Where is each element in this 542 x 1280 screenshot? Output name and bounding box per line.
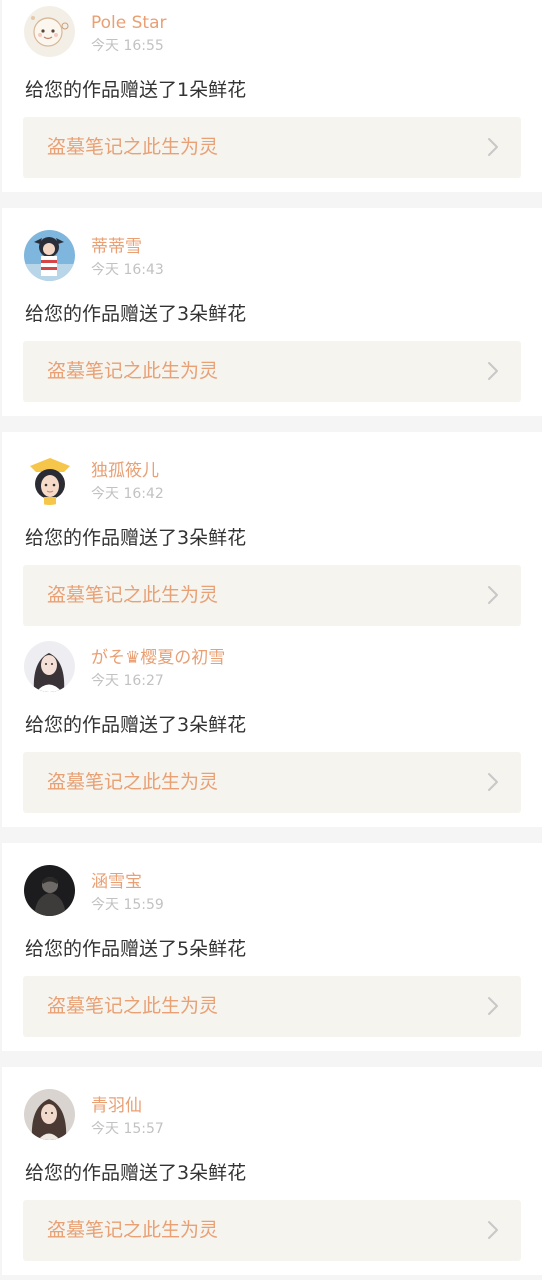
username[interactable]: 青羽仙 [91,1095,142,1117]
username[interactable]: がそ♛樱夏の初雪 [91,647,225,669]
notification-card: 蒂蒂雪 今天 16:43 给您的作品赠送了3朵鲜花 盗墓笔记之此生为灵 [2,208,542,416]
gift-message: 给您的作品赠送了1朵鲜花 [25,79,247,101]
work-link-button[interactable]: 盗墓笔记之此生为灵 [23,1200,521,1261]
work-title: 盗墓笔记之此生为灵 [47,1219,219,1241]
work-title: 盗墓笔记之此生为灵 [47,995,219,1017]
anime-figure-avatar-icon [24,230,75,281]
timestamp: 今天 16:27 [91,673,164,689]
avatar[interactable] [24,1089,75,1140]
photo-woman-2-avatar-icon [24,1089,75,1140]
work-link-button[interactable]: 盗墓笔记之此生为灵 [23,976,521,1037]
gift-message: 给您的作品赠送了3朵鲜花 [25,714,247,736]
chevron-right-icon [488,586,498,604]
notification-item: がそ♛樱夏の初雪 今天 16:27 给您的作品赠送了3朵鲜花 盗墓笔记之此生为灵 [2,635,542,821]
chevron-right-icon [488,997,498,1015]
notification-card: Pole Star 今天 16:55 给您的作品赠送了1朵鲜花 盗墓笔记之此生为… [2,0,542,192]
work-link-button[interactable]: 盗墓笔记之此生为灵 [23,117,521,178]
work-link-button[interactable]: 盗墓笔记之此生为灵 [23,565,521,626]
cartoon-sticker-avatar-icon [24,6,75,57]
username[interactable]: 独孤筱儿 [91,460,159,482]
timestamp: 今天 15:59 [91,897,164,913]
notification-card: 青羽仙 今天 15:57 给您的作品赠送了3朵鲜花 盗墓笔记之此生为灵 [2,1067,542,1275]
gift-message: 给您的作品赠送了3朵鲜花 [25,1162,247,1184]
photo-man-dark-avatar-icon [24,865,75,916]
username[interactable]: 蒂蒂雪 [91,236,142,258]
gift-message: 给您的作品赠送了5朵鲜花 [25,938,247,960]
chevron-right-icon [488,773,498,791]
avatar[interactable] [24,454,75,505]
notification-item: 青羽仙 今天 15:57 给您的作品赠送了3朵鲜花 盗墓笔记之此生为灵 [2,1083,542,1269]
work-link-button[interactable]: 盗墓笔记之此生为灵 [23,341,521,402]
username[interactable]: 涵雪宝 [91,871,142,893]
gift-message: 给您的作品赠送了3朵鲜花 [25,303,247,325]
avatar[interactable] [24,641,75,692]
notification-feed: Pole Star 今天 16:55 给您的作品赠送了1朵鲜花 盗墓笔记之此生为… [0,0,542,1280]
cartoon-girl-avatar-icon [24,454,75,505]
work-title: 盗墓笔记之此生为灵 [47,136,219,158]
work-link-button[interactable]: 盗墓笔记之此生为灵 [23,752,521,813]
work-title: 盗墓笔记之此生为灵 [47,584,219,606]
timestamp: 今天 15:57 [91,1121,164,1137]
notification-item: 独孤筱儿 今天 16:42 给您的作品赠送了3朵鲜花 盗墓笔记之此生为灵 [2,448,542,634]
notification-item: Pole Star 今天 16:55 给您的作品赠送了1朵鲜花 盗墓笔记之此生为… [2,0,542,186]
avatar[interactable] [24,230,75,281]
work-title: 盗墓笔记之此生为灵 [47,771,219,793]
timestamp: 今天 16:42 [91,486,164,502]
notification-card: 涵雪宝 今天 15:59 给您的作品赠送了5朵鲜花 盗墓笔记之此生为灵 [2,843,542,1051]
notification-item: 涵雪宝 今天 15:59 给您的作品赠送了5朵鲜花 盗墓笔记之此生为灵 [2,859,542,1045]
avatar[interactable] [24,6,75,57]
notification-item: 蒂蒂雪 今天 16:43 给您的作品赠送了3朵鲜花 盗墓笔记之此生为灵 [2,224,542,410]
avatar[interactable] [24,865,75,916]
gift-message: 给您的作品赠送了3朵鲜花 [25,527,247,549]
chevron-right-icon [488,1221,498,1239]
work-title: 盗墓笔记之此生为灵 [47,360,219,382]
timestamp: 今天 16:43 [91,262,164,278]
chevron-right-icon [488,362,498,380]
photo-woman-avatar-icon [24,641,75,692]
notification-card: 独孤筱儿 今天 16:42 给您的作品赠送了3朵鲜花 盗墓笔记之此生为灵 がそ♛… [2,432,542,827]
timestamp: 今天 16:55 [91,38,164,54]
username[interactable]: Pole Star [91,12,167,34]
chevron-right-icon [488,138,498,156]
